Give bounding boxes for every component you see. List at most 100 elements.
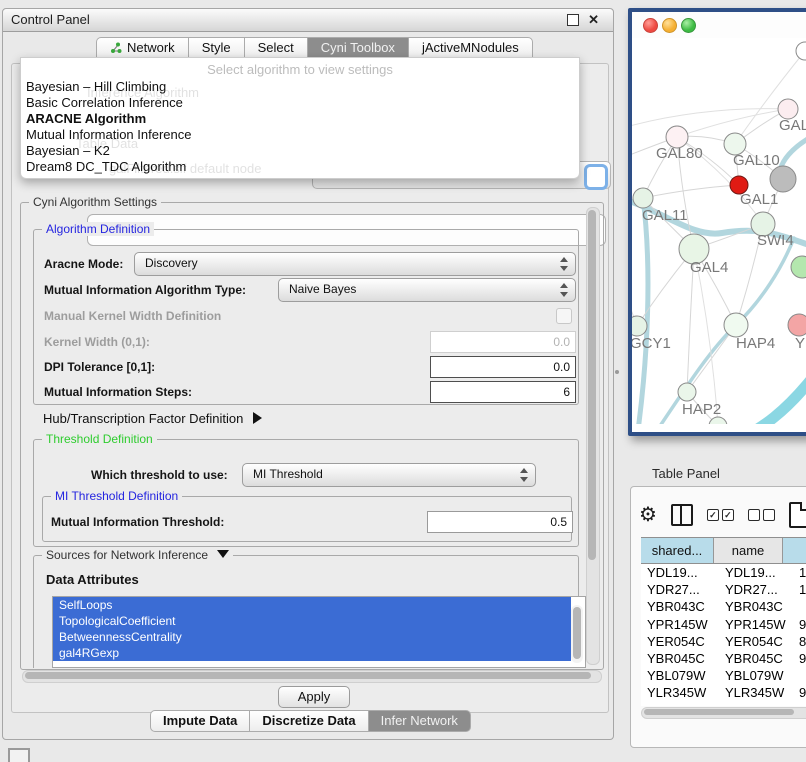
network-edge[interactable] [732,376,806,424]
stepper-arrows-icon [560,257,569,271]
combo-focus-ring [584,164,608,190]
table-cell: YBR043C [719,598,793,615]
table-row[interactable]: YBL079WYBL079W [641,667,806,684]
tab-label: Style [202,38,231,58]
table-row[interactable]: YIL052CYIL052C0. [641,702,806,707]
network-node-GCY1[interactable] [632,316,647,336]
ghost-text: Table Data [76,136,138,151]
table-row[interactable]: YLR345WYLR345W9. [641,684,806,701]
network-edge[interactable] [632,109,788,128]
mi-algorithm-type-label: Mutual Information Algorithm Type: [44,283,246,297]
expand-right-icon [253,412,262,424]
tab-jactivemnodules[interactable]: jActiveMNodules [408,37,533,59]
attributes-list-scrollbar[interactable] [571,605,583,663]
network-node-ynode[interactable] [788,314,806,336]
dpi-tolerance-label: DPI Tolerance [0,1]: [44,360,155,374]
tab-network[interactable]: Network [96,37,188,59]
mac-zoom-icon[interactable] [681,18,696,33]
ghost-text: Inference Algorithm [87,85,199,100]
tab-label: Network [127,38,175,58]
bottom-tabbar: Impute DataDiscretize DataInfer Network [150,710,471,732]
table-cell: 8. [793,633,806,650]
network-node-bottomnode[interactable] [709,417,727,424]
split-panel-icon[interactable] [671,504,693,526]
settings-vertical-scrollbar[interactable] [586,207,600,665]
network-node-HAP2[interactable] [678,383,696,401]
kernel-width-field[interactable]: 0.0 [430,331,576,353]
attribute-list-item[interactable]: BetweennessCentrality [53,629,571,645]
tab-select[interactable]: Select [244,37,307,59]
select-all-checkboxes-icon[interactable]: ✓✓ [707,509,734,521]
tab-cyni-toolbox[interactable]: Cyni Toolbox [307,37,408,59]
network-node-ghost[interactable] [796,42,806,60]
table-column-header[interactable] [783,538,806,563]
network-node-label: SWI4 [757,232,794,249]
mac-minimize-icon[interactable] [662,18,677,33]
network-edge[interactable] [637,198,648,424]
table-row[interactable]: YER054CYER054C8. [641,633,806,650]
table-horizontal-scrollbar[interactable] [641,707,806,719]
apply-button[interactable]: Apply [278,686,350,708]
network-node-leftgreen[interactable] [633,188,653,208]
table-row[interactable]: YBR045CYBR045C9. [641,650,806,667]
aracne-mode-label: Aracne Mode: [44,257,123,271]
sources-title-text: Sources for Network Inference [46,548,208,562]
network-node-HAP4[interactable] [724,313,748,337]
close-icon[interactable]: ✕ [588,14,599,26]
bottom-tab-impute-data[interactable]: Impute Data [150,710,249,732]
attribute-list-item[interactable]: SelfLoops [53,597,571,613]
network-node-label: GCY1 [632,335,671,352]
network-node-greynode[interactable] [770,166,796,192]
data-attributes-label: Data Attributes [46,572,139,587]
settings-horizontal-scrollbar[interactable] [22,670,602,683]
table-row[interactable]: YDR27...YDR27...12 [641,581,806,598]
network-window-titlebar[interactable] [632,12,806,38]
network-node-toppink[interactable] [778,99,798,119]
network-view-window[interactable]: GALGAL80GAL10GAL1GAL11SWI4GAL4GCY1HAP4YH… [628,8,806,436]
table-column-header[interactable]: name [714,538,783,563]
table-row[interactable]: YPR145WYPR145W9. [641,616,806,633]
bottom-tab-infer-network[interactable]: Infer Network [368,710,471,732]
mi-steps-field[interactable]: 6 [430,381,576,403]
aracne-mode-combo[interactable]: Discovery [134,252,576,276]
mac-close-icon[interactable] [643,18,658,33]
tab-label: Cyni Toolbox [321,38,395,58]
network-node-rightgreen[interactable] [791,256,806,278]
table-toolbar: ⚙ ✓✓ [639,497,806,533]
dpi-tolerance-field[interactable]: 0.0 [430,356,576,378]
data-attributes-list[interactable]: SelfLoopsTopologicalCoefficientBetweenne… [52,596,586,668]
attribute-list-item[interactable]: TopologicalCoefficient [53,613,571,629]
table-cell [793,598,806,615]
hub-definition-toggle[interactable]: Hub/Transcription Factor Definition [43,411,262,426]
corner-widget-icon[interactable] [8,748,30,762]
manual-kernel-width-checkbox[interactable] [556,308,572,324]
network-canvas[interactable]: GALGAL80GAL10GAL1GAL11SWI4GAL4GCY1HAP4YH… [632,38,806,424]
algorithm-select-popup: Select algorithm to view settings Bayesi… [20,57,580,179]
table-cell: 9. [793,684,806,701]
attribute-list-item[interactable]: gal4RGexp [53,645,571,661]
table-row[interactable]: YBR043CYBR043C [641,598,806,615]
gear-icon[interactable]: ⚙ [639,505,657,525]
mi-threshold-field[interactable]: 0.5 [427,511,573,533]
float-window-icon[interactable] [567,14,579,26]
table-column-header[interactable]: shared... [641,538,714,563]
network-edge[interactable] [643,185,739,198]
table-row[interactable]: YDL19...YDL19...13 [641,564,806,581]
manual-kernel-width-label: Manual Kernel Width Definition [44,309,221,323]
deselect-all-checkboxes-icon[interactable] [748,509,775,521]
mi-algorithm-type-combo[interactable]: Naive Bayes [278,278,576,302]
network-edge[interactable] [780,130,806,170]
popup-item[interactable]: ARACNE Algorithm [26,111,574,127]
stepper-arrows-icon [520,468,529,482]
bottom-tab-discretize-data[interactable]: Discretize Data [249,710,367,732]
table-cell: 12 [793,581,806,598]
control-panel-titlebar[interactable]: Control Panel ✕ [3,9,613,32]
sources-group-title[interactable]: Sources for Network Inference [42,548,233,562]
splitter-handle[interactable] [615,370,619,374]
which-threshold-combo[interactable]: MI Threshold [242,463,536,487]
tab-style[interactable]: Style [188,37,244,59]
threshold-definition-group: Threshold Definition Which threshold to … [33,439,579,547]
desktop: Control Panel ✕ Network Style Select Cyni T… [0,0,806,762]
document-icon[interactable] [789,502,806,528]
network-graph: GALGAL80GAL10GAL1GAL11SWI4GAL4GCY1HAP4YH… [632,38,806,424]
